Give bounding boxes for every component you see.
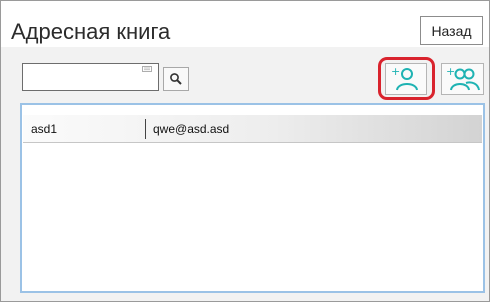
table-row[interactable]: asd1 qwe@asd.asd bbox=[23, 115, 482, 143]
add-person-icon: + bbox=[391, 65, 418, 91]
column-divider bbox=[145, 119, 146, 139]
add-contact-button[interactable]: + bbox=[385, 63, 427, 95]
add-group-button[interactable]: + bbox=[441, 63, 484, 95]
search-button[interactable] bbox=[163, 67, 189, 91]
title-bar: Адресная книга Назад bbox=[1, 1, 489, 47]
contact-email-cell: qwe@asd.asd bbox=[153, 122, 230, 136]
keyboard-icon bbox=[142, 66, 152, 72]
address-book-window: Адресная книга Назад + + asd1 qwe@asd.as… bbox=[0, 0, 490, 302]
search-input[interactable] bbox=[22, 63, 159, 91]
svg-text:+: + bbox=[391, 65, 400, 78]
contacts-list[interactable]: asd1 qwe@asd.asd bbox=[20, 103, 485, 293]
back-button[interactable]: Назад bbox=[420, 16, 483, 45]
contact-name-cell: asd1 bbox=[31, 122, 58, 136]
svg-text:+: + bbox=[446, 65, 455, 78]
page-title: Адресная книга bbox=[11, 19, 171, 44]
add-group-icon: + bbox=[446, 65, 480, 91]
magnifier-icon bbox=[170, 73, 182, 85]
